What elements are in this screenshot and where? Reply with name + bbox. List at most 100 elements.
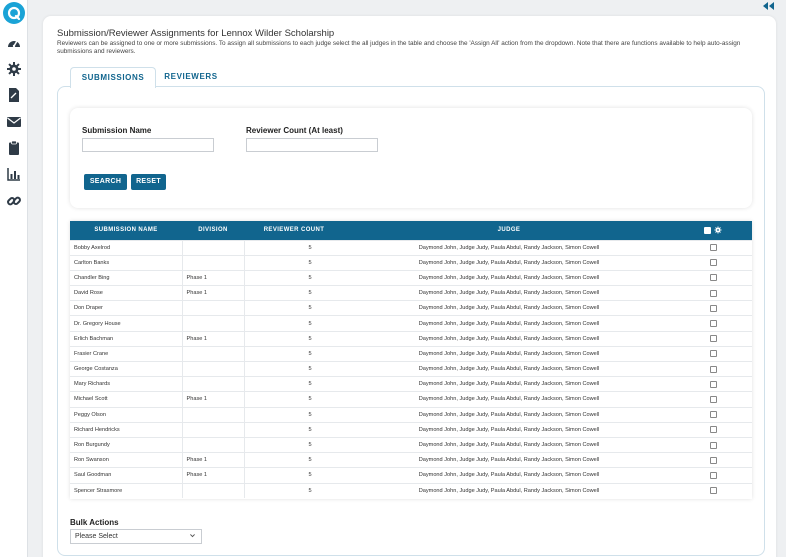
reviewer-count-cell: 5 <box>244 482 344 499</box>
table-row[interactable]: Don Draper 5 Daymond John, Judge Judy, Pau… <box>70 300 752 316</box>
judge-cell: Daymond John, Judge Judy, Paula Abdul, R… <box>344 360 674 377</box>
row-select-checkbox[interactable] <box>709 335 717 343</box>
division-cell: Phase 1 <box>182 285 245 301</box>
table-row[interactable]: Peggy Olson 5 Daymond John, Judge Judy, Pa… <box>70 406 752 423</box>
row-select-checkbox[interactable] <box>709 365 717 373</box>
row-select-checkbox[interactable] <box>709 320 717 328</box>
judge-cell: Daymond John, Judge Judy, Paula Abdul, R… <box>344 436 674 453</box>
row-select-checkbox[interactable] <box>709 487 717 495</box>
collapse-icon[interactable] <box>762 0 776 10</box>
table-row[interactable]: Carlton Banks 5 Daymond John, Judge Judy, … <box>70 254 752 271</box>
judge-cell: Daymond John, Judge Judy, Paula Abdul, R… <box>344 482 674 499</box>
row-select-checkbox[interactable] <box>709 259 717 267</box>
envelope-icon[interactable] <box>6 114 22 130</box>
clipboard-icon[interactable] <box>6 140 22 156</box>
division-cell <box>182 436 245 453</box>
submission-name-cell: Bobby Axelrod <box>70 239 183 256</box>
bulk-actions-select[interactable]: Please Select <box>70 529 202 544</box>
submission-name-cell: Richard Hendricks <box>70 421 183 438</box>
select-all-checkbox[interactable] <box>704 226 711 234</box>
table-row[interactable]: Michael Scott Phase 1 5 Daymond John, Judge… <box>70 391 752 408</box>
table-row[interactable]: Ron Swanson Phase 1 5 Daymond John, Judge J… <box>70 452 752 468</box>
column-header-submission-name[interactable]: SUBMISSION NAME <box>70 221 182 240</box>
row-select-cell <box>674 330 752 347</box>
submission-name-cell: George Costanza <box>70 360 183 377</box>
row-select-checkbox[interactable] <box>709 441 717 449</box>
division-cell <box>182 406 245 423</box>
table-row[interactable]: Richard Hendricks 5 Daymond John, Judge Ju… <box>70 421 752 438</box>
reviewer-count-cell: 5 <box>244 330 344 347</box>
judge-cell: Daymond John, Judge Judy, Paula Abdul, R… <box>344 345 674 362</box>
bulk-actions-label: Bulk Actions <box>70 518 119 527</box>
search-button[interactable]: SEARCH <box>84 174 127 190</box>
table-row[interactable]: Bobby Axelrod 5 Daymond John, Judge Judy, … <box>70 239 752 256</box>
row-select-cell <box>674 482 752 499</box>
reset-button[interactable]: RESET <box>131 174 166 190</box>
row-select-checkbox[interactable] <box>709 274 717 282</box>
submission-name-input[interactable] <box>82 138 214 152</box>
row-select-checkbox[interactable] <box>709 395 717 403</box>
judge-cell: Daymond John, Judge Judy, Paula Abdul, R… <box>344 452 674 468</box>
row-select-checkbox[interactable] <box>709 411 717 419</box>
row-select-checkbox[interactable] <box>709 471 717 479</box>
column-header-judge[interactable]: JUDGE <box>344 221 674 240</box>
division-cell <box>182 421 245 438</box>
row-select-cell <box>674 300 752 316</box>
row-select-checkbox[interactable] <box>709 304 717 312</box>
table-row[interactable]: Chandler Bing Phase 1 5 Daymond John, Judge… <box>70 269 752 286</box>
column-header-reviewer-count[interactable]: REVIEWER COUNT <box>244 221 344 240</box>
judge-cell: Daymond John, Judge Judy, Paula Abdul, R… <box>344 254 674 271</box>
submission-name-cell: Carlton Banks <box>70 254 183 271</box>
row-select-checkbox[interactable] <box>709 456 717 464</box>
submission-name-cell: Frasier Crane <box>70 345 183 362</box>
division-cell <box>182 239 245 256</box>
link-icon[interactable] <box>6 193 22 209</box>
tab-submissions[interactable]: SUBMISSIONS <box>70 67 156 88</box>
row-select-cell <box>674 239 752 256</box>
row-select-checkbox[interactable] <box>709 426 717 434</box>
table-row[interactable]: Saul Goodman Phase 1 5 Daymond John, Judge … <box>70 467 752 483</box>
gear-icon[interactable] <box>6 61 22 77</box>
column-header-division[interactable]: DIVISION <box>182 221 244 240</box>
submission-name-cell: Don Draper <box>70 300 183 316</box>
document-icon[interactable] <box>6 87 22 103</box>
row-select-checkbox[interactable] <box>709 244 717 252</box>
reviewer-count-cell: 5 <box>244 406 344 423</box>
submission-name-label: Submission Name <box>82 126 152 135</box>
row-select-cell <box>674 421 752 438</box>
submission-name-cell: Michael Scott <box>70 391 183 408</box>
division-cell <box>182 254 245 271</box>
chevron-down-icon <box>190 534 195 538</box>
division-cell: Phase 1 <box>182 269 245 286</box>
table-row[interactable]: George Costanza 5 Daymond John, Judge Judy… <box>70 360 752 377</box>
dashboard-icon[interactable] <box>6 35 22 51</box>
reviewer-count-cell: 5 <box>244 345 344 362</box>
page-description: Reviewers can be assigned to one or more… <box>57 40 741 55</box>
bar-chart-icon[interactable] <box>6 166 22 182</box>
table-row[interactable]: Erlich Bachman Phase 1 5 Daymond John, Judg… <box>70 330 752 347</box>
row-select-cell <box>674 452 752 468</box>
row-select-cell <box>674 269 752 286</box>
row-select-checkbox[interactable] <box>709 350 717 358</box>
row-select-cell <box>674 285 752 301</box>
table-row[interactable]: Spencer Strasmore 5 Daymond John, Judge Ju… <box>70 482 752 499</box>
reviewer-count-label: Reviewer Count (At least) <box>246 126 343 135</box>
app-logo[interactable] <box>3 2 25 24</box>
submission-name-cell: Ron Swanson <box>70 452 183 468</box>
judge-cell: Daymond John, Judge Judy, Paula Abdul, R… <box>344 285 674 301</box>
table-row[interactable]: Frasier Crane 5 Daymond John, Judge Judy, … <box>70 345 752 362</box>
table-row[interactable]: Mary Richards 5 Daymond John, Judge Judy, … <box>70 376 752 392</box>
column-header-actions <box>674 221 752 240</box>
table-row[interactable]: Ron Burgundy 5 Daymond John, Judge Judy, P… <box>70 436 752 453</box>
table-settings-gear-icon[interactable] <box>714 226 722 234</box>
judge-cell: Daymond John, Judge Judy, Paula Abdul, R… <box>344 239 674 256</box>
row-select-cell <box>674 315 752 332</box>
division-cell: Phase 1 <box>182 391 245 408</box>
tab-reviewers[interactable]: REVIEWERS <box>157 67 225 87</box>
row-select-checkbox[interactable] <box>709 380 717 388</box>
table-row[interactable]: Dr. Gregory House 5 Daymond John, Judge Ju… <box>70 315 752 332</box>
reviewer-count-input[interactable] <box>246 138 378 152</box>
bulk-actions-selected: Please Select <box>75 533 118 540</box>
table-row[interactable]: David Rose Phase 1 5 Daymond John, Judge Ju… <box>70 285 752 301</box>
row-select-checkbox[interactable] <box>709 289 717 297</box>
